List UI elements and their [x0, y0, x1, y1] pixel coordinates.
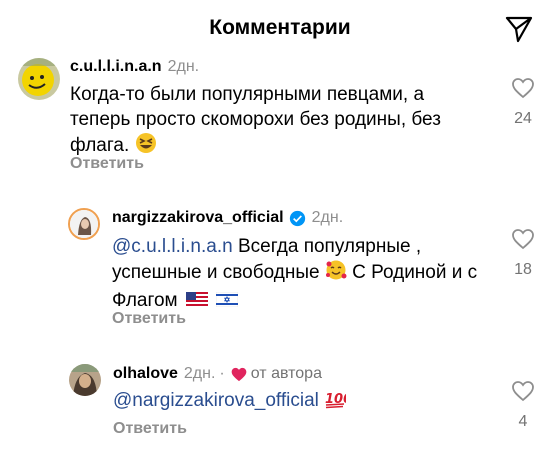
comment-username[interactable]: olhalove: [113, 365, 178, 383]
heart-icon[interactable]: [511, 380, 535, 402]
reply-button[interactable]: Ответить: [70, 155, 144, 173]
mention-link[interactable]: @nargizzakirova_official: [113, 390, 319, 411]
header: Комментарии: [0, 0, 560, 58]
avatar[interactable]: [69, 364, 101, 396]
comment-text: Когда-то были популярными певцами, а теп…: [70, 82, 450, 161]
page-title: Комментарии: [209, 16, 351, 39]
comment-time: 2дн.: [183, 365, 216, 382]
send-icon[interactable]: [504, 14, 534, 44]
like-control: 24: [503, 77, 543, 128]
israel-flag-icon: [216, 292, 239, 307]
like-count: 24: [514, 110, 532, 127]
reply-button[interactable]: Ответить: [113, 420, 187, 438]
separator-dot: ·: [219, 365, 225, 382]
comment-meta: nargizzakirova_official 2дн.: [112, 209, 343, 227]
hundred-points-emoji: 100: [324, 389, 352, 416]
comment-body: Когда-то были популярными певцами, а теп…: [70, 84, 441, 156]
comment-time: 2дн.: [311, 209, 344, 226]
author-label: от автора: [250, 365, 322, 382]
comment-text: @c.u.l.l.i.n.a.n Всегда популярные , усп…: [112, 234, 497, 313]
smiling-face-with-hearts-emoji: [325, 259, 347, 288]
mention-link[interactable]: @c.u.l.l.i.n.a.n: [112, 236, 233, 257]
reply-button[interactable]: Ответить: [112, 310, 186, 328]
heart-icon[interactable]: [511, 77, 535, 99]
comment-meta: c.u.l.l.i.n.a.n 2дн.: [70, 58, 199, 76]
avatar[interactable]: [68, 208, 100, 240]
us-flag-icon: [185, 292, 208, 307]
red-heart-icon: [231, 367, 247, 381]
comment-username[interactable]: c.u.l.l.i.n.a.n: [70, 58, 162, 76]
like-control: 4: [503, 380, 543, 431]
comment-text: @nargizzakirova_official 100: [113, 388, 493, 416]
avatar[interactable]: [18, 58, 60, 100]
like-count: 18: [514, 261, 532, 278]
comment-meta: olhalove 2дн. · от автора: [113, 365, 322, 383]
author-like-badge: от автора: [231, 365, 322, 383]
verified-badge-icon: [289, 210, 305, 226]
comment-username[interactable]: nargizzakirova_official: [112, 209, 284, 227]
like-count: 4: [518, 413, 528, 430]
heart-icon[interactable]: [511, 228, 535, 250]
comment-time: 2дн.: [167, 58, 200, 75]
like-control: 18: [503, 228, 543, 279]
